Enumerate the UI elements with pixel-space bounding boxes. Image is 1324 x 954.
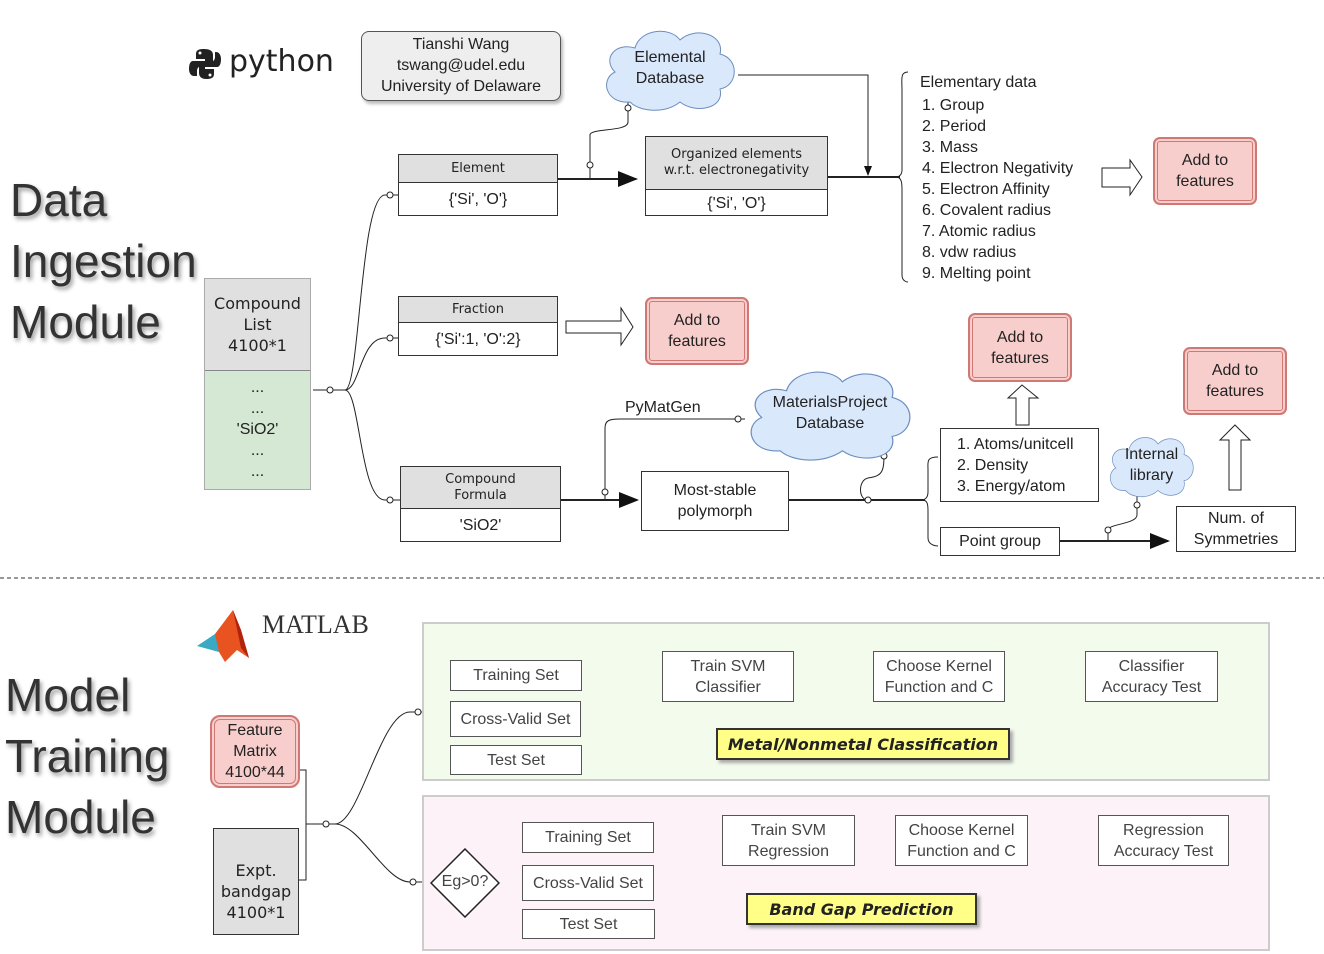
pymatgen-label: PyMatGen [625,399,701,416]
add-to-features-symmetry: Add to features [1183,347,1287,415]
elementary-data-list: Elementary data 1. Group 2. Period 3. Mass… [920,74,1074,282]
feature-matrix: Feature Matrix 4100*44 [210,715,300,788]
classification-label: Metal/Nonmetal Classification [716,728,1010,760]
internal-library-cloud: Internal library [1106,432,1197,498]
ingestion-module-title: Data Ingestion Module [10,174,197,348]
compound-list: Compound List 4100*1 ...... 'SiO2'...... [204,278,311,490]
add-to-features-fraction: Add to features [645,297,749,365]
most-stable-polymorph: Most-stable polymorph [641,471,789,531]
cls-training-set: Training Set [450,660,582,691]
fraction-table: Fraction {'Si':1, 'O':2} [398,296,558,356]
compound-formula-table: Compound Formula 'SiO2' [400,466,561,542]
cls-cross-valid-set: Cross-Valid Set [450,701,581,737]
matlab-logo-icon [197,608,257,664]
element-table: Element {'Si', 'O'} [398,154,558,216]
train-svm-regression: Train SVM Regression [722,815,855,866]
reg-test-set: Test Set [522,909,655,939]
training-module-title: Model Training Module [5,669,170,843]
regression-accuracy-test: Regression Accuracy Test [1098,815,1229,866]
regression-label: Band Gap Prediction [746,893,977,925]
reg-choose-kernel: Choose Kernel Function and C [895,815,1028,866]
add-to-features-elementary: Add to features [1153,137,1257,205]
eg-decision-diamond: Eg>0? [430,848,500,918]
organized-elements-table: Organized elements w.r.t. electronegativi… [645,136,828,216]
add-to-features-properties: Add to features [968,313,1072,382]
train-svm-classifier: Train SVM Classifier [662,651,794,702]
matlab-logo-text: MATLAB [262,610,369,639]
classifier-accuracy-test: Classifier Accuracy Test [1085,651,1218,702]
reg-training-set: Training Set [522,822,654,853]
expt-bandgap: Expt. bandgap 4100*1 [213,828,299,935]
pipeline-diagram: Data Ingestion Module Model Training Module … [0,0,1324,954]
python-logo-icon [189,47,221,81]
point-group-box: Point group [940,527,1060,556]
elemental-database-cloud: Elemental Database [600,24,740,112]
materialsproject-database-cloud: MaterialsProject Database [743,364,917,462]
python-logo-text: python [229,44,334,79]
author-box: Tianshi Wang tswang@udel.edu University of… [361,31,561,101]
reg-cross-valid-set: Cross-Valid Set [522,865,654,901]
num-symmetries-box: Num. of Symmetries [1176,506,1296,552]
cls-test-set: Test Set [450,745,582,775]
cls-choose-kernel: Choose Kernel Function and C [873,651,1005,702]
structure-properties-box: 1. Atoms/unitcell 2. Density 3. Energy/ato… [940,428,1099,502]
